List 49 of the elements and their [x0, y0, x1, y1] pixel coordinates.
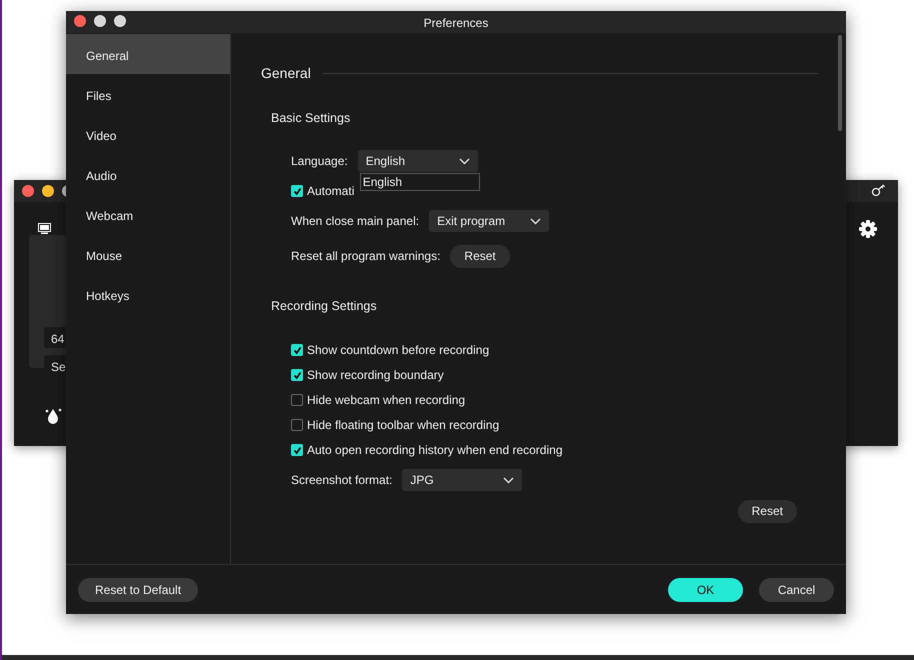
settings-icon[interactable]: [858, 219, 878, 239]
chevron-down-icon: [458, 158, 470, 165]
cancel-button[interactable]: Cancel: [759, 578, 834, 602]
minimize-button[interactable]: [94, 15, 106, 27]
dropdown-option[interactable]: English: [360, 174, 479, 190]
dropdown[interactable]: JPG: [402, 469, 522, 491]
scrollbar-thumb[interactable]: [838, 35, 842, 131]
sidebar-item[interactable]: Video: [66, 114, 230, 154]
close-button[interactable]: [74, 15, 86, 27]
minimize-button[interactable]: [42, 185, 54, 197]
reset-button[interactable]: Reset: [450, 244, 510, 268]
chevron-down-icon: [530, 218, 542, 225]
section-title: General: [261, 64, 311, 83]
key-icon[interactable]: [871, 184, 886, 197]
checkbox[interactable]: [291, 185, 303, 198]
sidebar-item[interactable]: Mouse: [66, 234, 230, 274]
checkbox-label: Hide webcam when recording: [307, 392, 466, 409]
checkbox[interactable]: [291, 419, 303, 431]
checkbox-label: Hide floating toolbar when recording: [307, 417, 500, 434]
zoom-button[interactable]: [114, 15, 126, 27]
checkbox[interactable]: [291, 444, 303, 456]
field-label: Language:: [291, 153, 348, 170]
sidebar-item[interactable]: Files: [66, 74, 230, 114]
sidebar-item[interactable]: Hotkeys: [66, 274, 230, 314]
field-label: When close main panel:: [291, 213, 420, 230]
window-title: Preferences: [424, 15, 488, 32]
checkbox[interactable]: [291, 394, 303, 406]
sidebar-item[interactable]: General: [66, 34, 230, 74]
chevron-down-icon: [503, 476, 514, 484]
ok-button[interactable]: OK: [668, 578, 743, 602]
dropdown[interactable]: Exit program: [429, 210, 550, 232]
checkbox-label: Auto open recording history when end recording: [307, 442, 562, 459]
drop-icon[interactable]: [44, 406, 64, 426]
group-title: Basic Settings: [271, 110, 352, 127]
checkbox-label: Show recording boundary: [307, 367, 444, 384]
checkbox-label: Show countdown before recording: [307, 342, 490, 359]
checkbox[interactable]: [291, 344, 303, 356]
reset-button[interactable]: Reset: [738, 500, 797, 522]
sidebar-item[interactable]: Audio: [66, 154, 230, 194]
checkbox-label: Automati: [307, 183, 354, 200]
reset-to-default-button[interactable]: Reset to Default: [78, 578, 198, 602]
group-title: Recording Settings: [271, 298, 378, 315]
close-button[interactable]: [22, 185, 34, 197]
field-label: Screenshot format:: [291, 472, 392, 489]
sidebar-item[interactable]: Webcam: [66, 194, 230, 234]
monitor-icon[interactable]: [38, 223, 51, 234]
text-field[interactable]: 64: [44, 327, 66, 348]
field-label: Reset all program warnings:: [291, 248, 440, 266]
checkbox[interactable]: [291, 369, 303, 381]
